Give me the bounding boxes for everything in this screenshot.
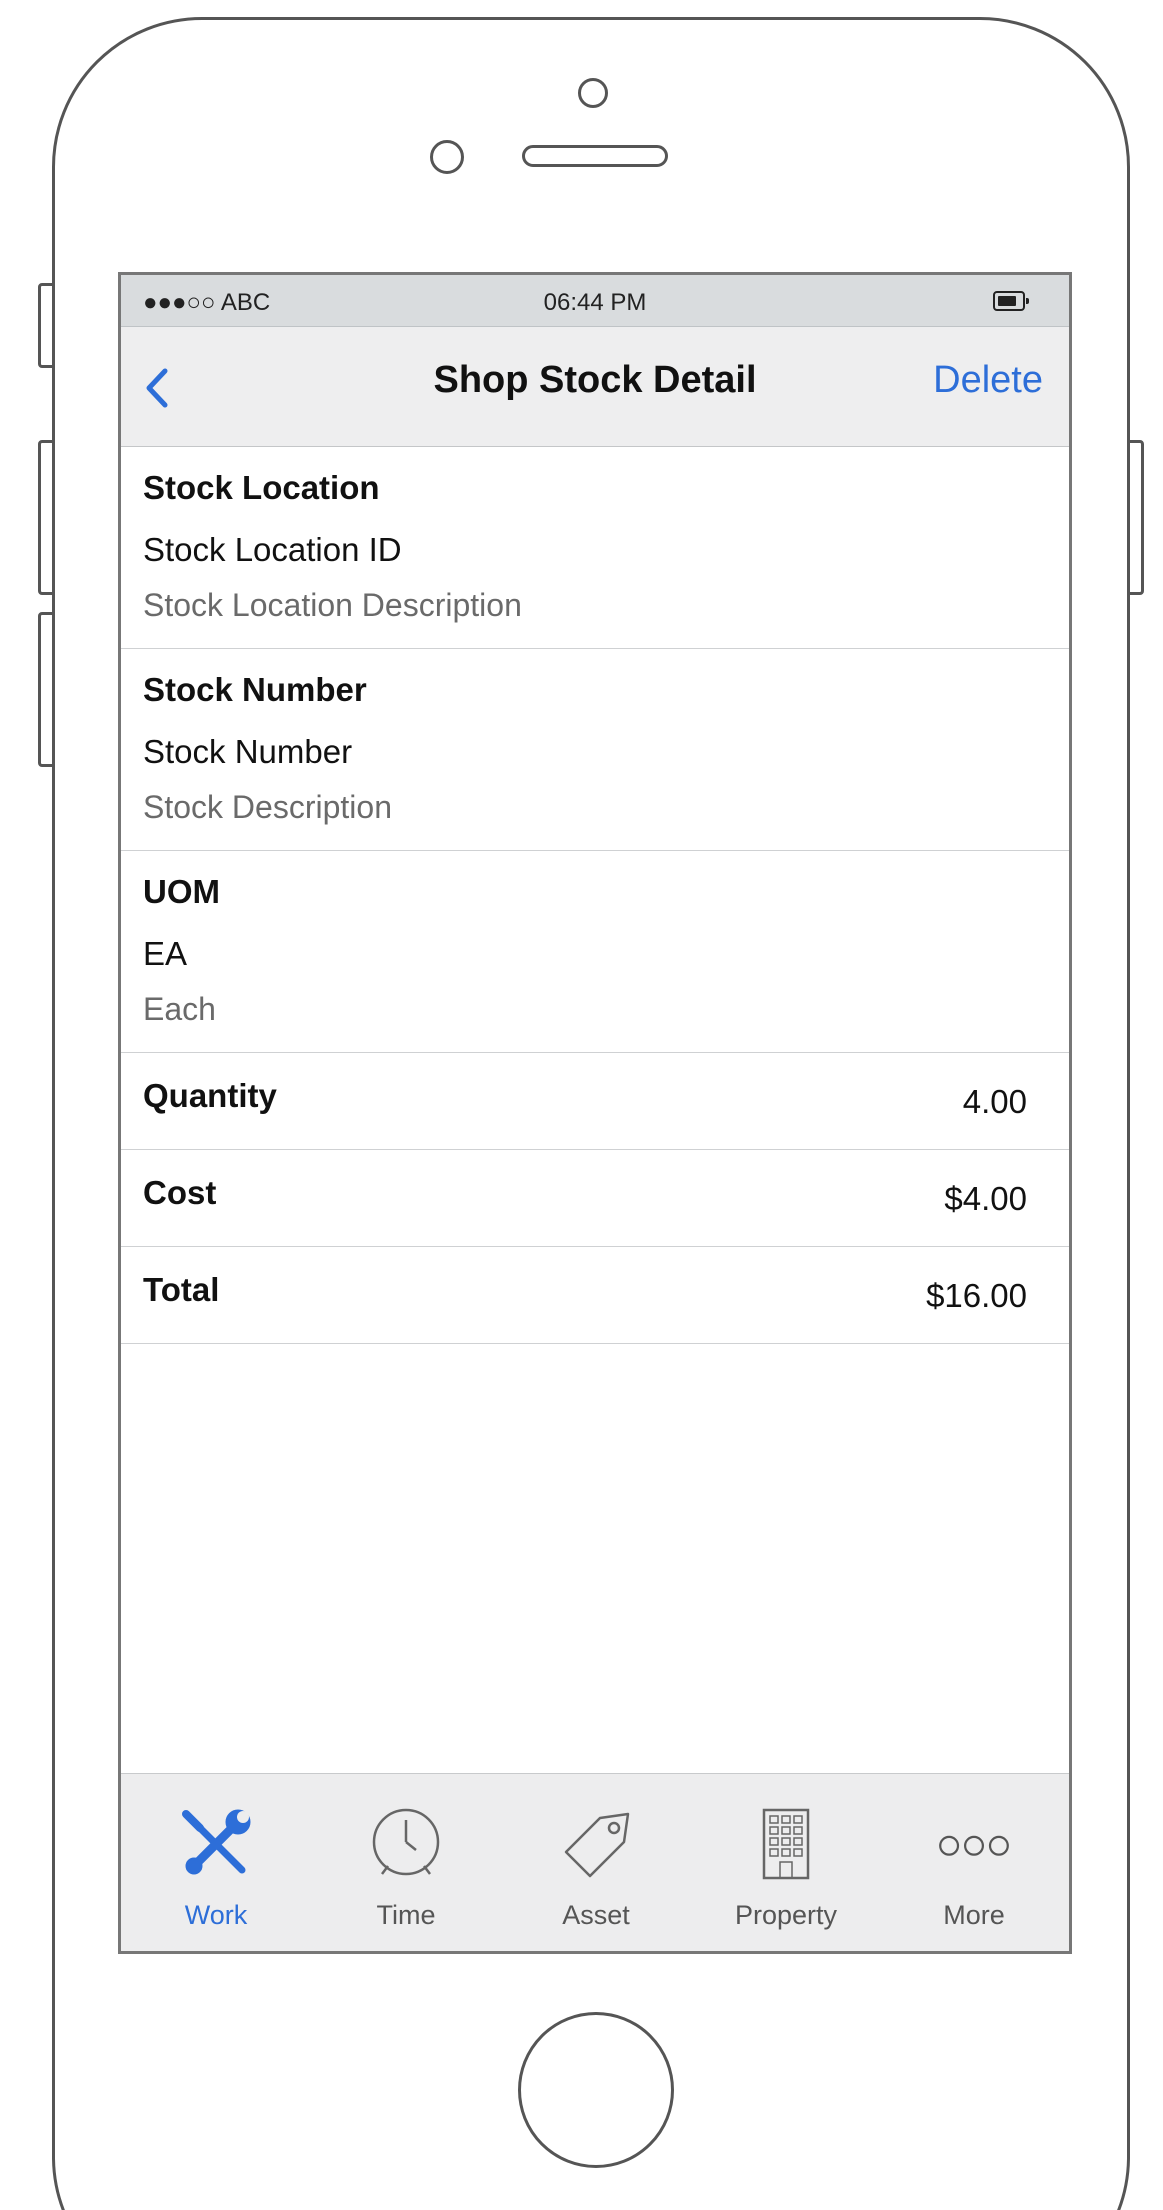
detail-list: Stock Location Stock Location ID Stock L… [121, 447, 1069, 1344]
stock-location-section[interactable]: Stock Location Stock Location ID Stock L… [121, 447, 1069, 649]
status-bar: ●●●○○ ABC 06:44 PM [121, 275, 1069, 327]
building-icon [746, 1804, 826, 1884]
uom-section[interactable]: UOM EA Each [121, 851, 1069, 1053]
quantity-row[interactable]: Quantity 4.00 [121, 1053, 1069, 1150]
tab-bar: Work Time Asset Property More [121, 1773, 1069, 1951]
section-description: Each [143, 991, 216, 1027]
tag-icon [556, 1804, 636, 1884]
tab-asset[interactable]: Asset [501, 1774, 691, 1951]
tab-property[interactable]: Property [691, 1774, 881, 1951]
app-screen: ●●●○○ ABC 06:44 PM Shop Stock Detail Del… [118, 272, 1072, 1954]
section-label: Stock Number [143, 671, 367, 708]
total-row: Total $16.00 [121, 1247, 1069, 1344]
navigation-bar: Shop Stock Detail Delete [121, 327, 1069, 447]
section-value: Stock Number [143, 733, 353, 770]
section-description: Stock Location Description [143, 587, 522, 623]
cost-value: $4.00 [944, 1180, 1027, 1217]
status-time: 06:44 PM [543, 289, 647, 316]
earpiece-speaker [522, 145, 668, 167]
quantity-value: 4.00 [962, 1083, 1027, 1120]
stock-number-section[interactable]: Stock Number Stock Number Stock Descript… [121, 649, 1069, 851]
tab-more[interactable]: More [879, 1774, 1069, 1951]
home-button[interactable] [518, 2012, 674, 2168]
device-mockup: ●●●○○ ABC 06:44 PM Shop Stock Detail Del… [0, 0, 1163, 2210]
section-value: Stock Location ID [143, 531, 402, 568]
total-value: $16.00 [926, 1277, 1027, 1314]
tab-label: Work [184, 1900, 248, 1930]
cost-row[interactable]: Cost $4.00 [121, 1150, 1069, 1247]
section-description: Stock Description [143, 789, 392, 825]
delete-button[interactable]: Delete [933, 359, 1043, 402]
tab-label: More [943, 1900, 1005, 1930]
tab-work[interactable]: Work [121, 1774, 311, 1951]
clock-icon [366, 1804, 446, 1884]
tab-time[interactable]: Time [311, 1774, 501, 1951]
battery-icon [993, 291, 1029, 311]
more-icon [934, 1804, 1014, 1884]
row-label: Quantity [143, 1077, 277, 1114]
section-value: EA [143, 935, 188, 972]
front-camera [430, 140, 464, 174]
tools-icon [176, 1804, 256, 1884]
tab-label: Asset [562, 1900, 630, 1930]
page-title: Shop Stock Detail [433, 359, 757, 401]
row-label: Cost [143, 1174, 217, 1211]
camera-dot [578, 78, 608, 108]
section-label: Stock Location [143, 469, 380, 506]
tab-label: Property [734, 1900, 838, 1930]
section-label: UOM [143, 873, 220, 910]
row-label: Total [143, 1271, 220, 1308]
tab-label: Time [376, 1900, 436, 1930]
